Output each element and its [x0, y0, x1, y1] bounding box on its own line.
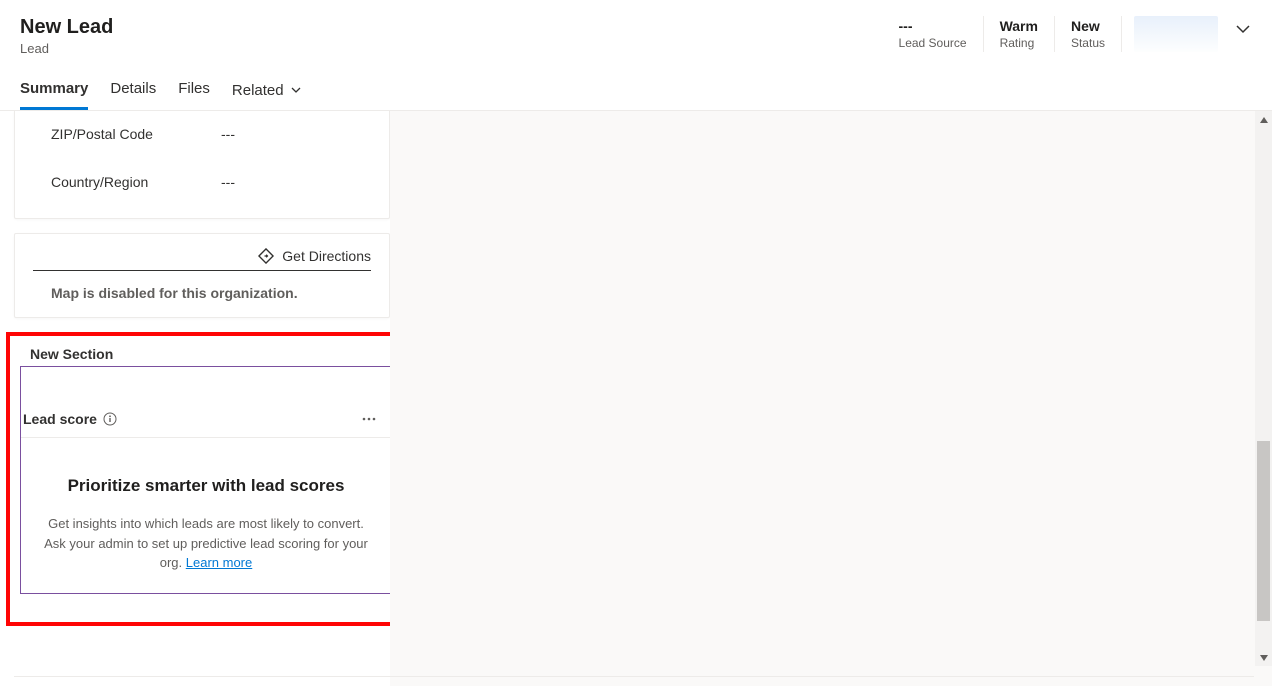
stat-value: Warm — [1000, 18, 1038, 34]
learn-more-link[interactable]: Learn more — [186, 555, 252, 570]
new-section-highlight: New Section Lead score — [6, 332, 390, 626]
tab-bar: Summary Details Files Related — [0, 56, 1272, 111]
header-expand-button[interactable] — [1234, 20, 1252, 38]
field-label: ZIP/Postal Code — [51, 126, 221, 142]
stat-label: Rating — [1000, 36, 1038, 50]
field-country[interactable]: Country/Region --- — [15, 158, 389, 206]
record-title: New Lead — [20, 16, 113, 39]
tab-details[interactable]: Details — [110, 80, 156, 110]
stat-label: Lead Source — [899, 36, 967, 50]
get-directions-button[interactable]: Get Directions — [33, 248, 371, 271]
scroll-down-button[interactable] — [1255, 649, 1272, 666]
tab-label: Related — [232, 82, 284, 99]
directions-icon — [258, 248, 274, 264]
scroll-track[interactable] — [1255, 128, 1272, 649]
lead-score-title: Lead score — [23, 411, 97, 427]
main-content-area — [390, 111, 1272, 686]
field-value: --- — [221, 126, 235, 142]
chevron-down-icon — [1234, 20, 1252, 38]
triangle-up-icon — [1259, 115, 1269, 125]
scroll-thumb[interactable] — [1257, 441, 1270, 621]
field-value: --- — [221, 174, 235, 190]
tab-related[interactable]: Related — [232, 80, 302, 110]
chevron-down-icon — [290, 84, 302, 96]
horizontal-scrollbar[interactable] — [14, 676, 1254, 686]
lead-score-card: Lead score — [20, 366, 390, 594]
more-button[interactable] — [361, 411, 377, 427]
get-directions-label: Get Directions — [282, 248, 371, 264]
lead-score-description: Get insights into which leads are most l… — [39, 514, 373, 573]
field-zip[interactable]: ZIP/Postal Code --- — [15, 111, 389, 158]
stat-rating[interactable]: Warm Rating — [984, 16, 1055, 52]
record-entity: Lead — [20, 41, 113, 56]
lead-score-heading: Prioritize smarter with lead scores — [39, 476, 373, 496]
map-card: Get Directions Map is disabled for this … — [14, 233, 390, 318]
section-title: New Section — [30, 346, 390, 362]
address-card: ZIP/Postal Code --- Country/Region --- — [14, 111, 390, 219]
vertical-scrollbar[interactable] — [1255, 111, 1272, 666]
triangle-down-icon — [1259, 653, 1269, 663]
field-label: Country/Region — [51, 174, 221, 190]
tab-files[interactable]: Files — [178, 80, 210, 110]
stat-status[interactable]: New Status — [1055, 16, 1122, 52]
stat-value: New — [1071, 18, 1105, 34]
page-header: New Lead Lead --- Lead Source Warm Ratin… — [0, 0, 1272, 56]
scroll-up-button[interactable] — [1255, 111, 1272, 128]
stat-lead-source[interactable]: --- Lead Source — [883, 16, 984, 52]
stat-value: --- — [899, 18, 967, 34]
info-icon[interactable] — [103, 412, 117, 426]
ellipsis-icon — [361, 411, 377, 427]
map-disabled-message: Map is disabled for this organization. — [33, 285, 371, 301]
stat-label: Status — [1071, 36, 1105, 50]
tab-summary[interactable]: Summary — [20, 80, 88, 110]
header-preview-badge — [1134, 16, 1218, 52]
